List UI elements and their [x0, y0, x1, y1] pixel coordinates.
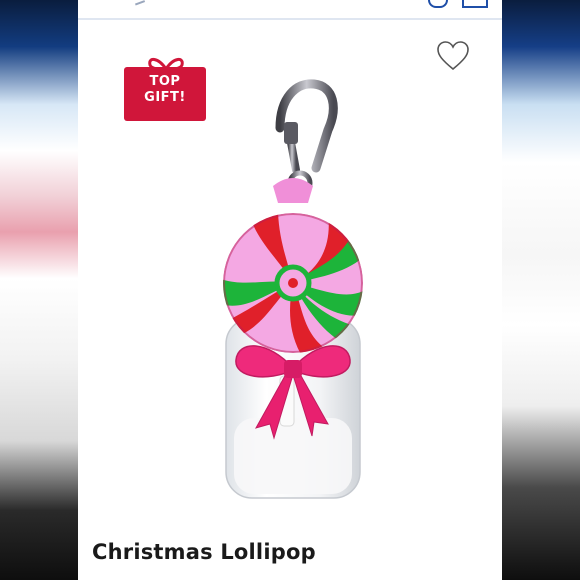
bag-icon[interactable]: [428, 0, 448, 8]
product-screen: TOP GIFT! Christmas Lollipop: [78, 0, 502, 580]
blurred-backdrop-right: [502, 0, 580, 580]
top-nav-strip: [78, 0, 502, 20]
blurred-backdrop-left: [0, 0, 78, 580]
pink-tab: [273, 178, 313, 203]
product-title[interactable]: Christmas Lollipop: [92, 540, 316, 564]
product-image-lollipop-holder: [223, 79, 363, 499]
heart-outline-icon[interactable]: [436, 40, 470, 72]
back-chevron-icon[interactable]: [132, 0, 146, 6]
carabiner-clip: [275, 79, 338, 196]
menu-icon[interactable]: [462, 0, 488, 8]
